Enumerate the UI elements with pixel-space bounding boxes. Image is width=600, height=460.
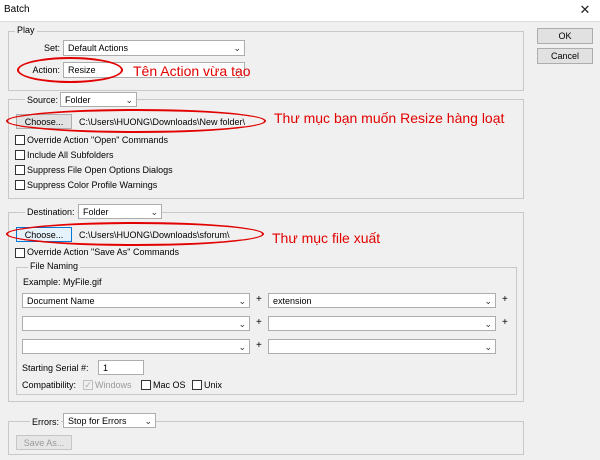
action-annotation: Tên Action vừa tạo	[133, 63, 251, 79]
close-icon[interactable]: ✕	[576, 1, 594, 19]
cancel-button[interactable]: Cancel	[537, 48, 593, 64]
include-subfolders-checkbox[interactable]	[15, 150, 25, 160]
chevron-down-icon: ⌄	[238, 342, 246, 352]
chevron-down-icon: ⌄	[484, 342, 492, 352]
chevron-down-icon: ⌄	[144, 416, 152, 426]
override-open-label: Override Action "Open" Commands	[27, 135, 168, 145]
naming-field-3-2[interactable]: ⌄	[268, 339, 496, 354]
chevron-down-icon: ⌄	[150, 207, 158, 217]
naming-field-2-1[interactable]: ⌄	[22, 316, 250, 331]
suppress-color-warnings-checkbox[interactable]	[15, 180, 25, 190]
set-value: Default Actions	[68, 43, 129, 53]
override-save-as-checkbox[interactable]	[15, 248, 25, 258]
override-open-checkbox[interactable]	[15, 135, 25, 145]
naming-field-2-2[interactable]: ⌄	[268, 316, 496, 331]
chevron-down-icon: ⌄	[238, 319, 246, 329]
naming-field-3-1[interactable]: ⌄	[22, 339, 250, 354]
unix-label: Unix	[204, 380, 223, 390]
action-highlight-oval	[17, 57, 123, 83]
window-title: Batch	[4, 4, 30, 15]
windows-label: Windows	[95, 380, 132, 390]
file-naming-title: File Naming	[28, 261, 81, 272]
compatibility-label: Compatibility:	[22, 380, 77, 390]
save-as-button: Save As...	[16, 435, 72, 450]
ok-button[interactable]: OK	[537, 28, 593, 44]
destination-highlight-oval	[6, 222, 264, 246]
source-label: Source:	[25, 94, 61, 106]
plus-sign: +	[256, 294, 262, 305]
title-bar: Batch ✕	[0, 0, 600, 22]
plus-sign: +	[502, 317, 508, 328]
suppress-open-options-label: Suppress File Open Options Dialogs	[27, 165, 173, 175]
suppress-open-options-checkbox[interactable]	[15, 165, 25, 175]
source-highlight-oval	[6, 109, 266, 133]
chevron-down-icon: ⌄	[484, 319, 492, 329]
destination-annotation: Thư mục file xuất	[272, 230, 381, 246]
chevron-down-icon: ⌄	[125, 95, 133, 105]
plus-sign: +	[502, 294, 508, 305]
serial-input[interactable]: 1	[98, 360, 144, 375]
naming-field-value: extension	[273, 296, 312, 306]
errors-label: Errors:	[30, 416, 61, 428]
suppress-color-warnings-label: Suppress Color Profile Warnings	[27, 180, 158, 190]
chevron-down-icon: ⌄	[238, 296, 246, 306]
windows-checkbox: ✓	[83, 380, 93, 390]
include-subfolders-label: Include All Subfolders	[27, 150, 114, 160]
destination-dropdown[interactable]: Folder ⌄	[78, 204, 162, 219]
plus-sign: +	[256, 340, 262, 351]
source-dropdown[interactable]: Folder ⌄	[60, 92, 137, 107]
naming-field-value: Document Name	[27, 296, 95, 306]
unix-checkbox[interactable]	[192, 380, 202, 390]
plus-sign: +	[256, 317, 262, 328]
chevron-down-icon: ⌄	[233, 43, 241, 53]
serial-label: Starting Serial #:	[22, 363, 89, 373]
set-dropdown[interactable]: Default Actions ⌄	[63, 40, 245, 56]
errors-dropdown[interactable]: Stop for Errors ⌄	[63, 413, 156, 428]
source-value: Folder	[65, 95, 91, 105]
source-annotation: Thư mục bạn muốn Resize hàng loạt	[274, 110, 505, 126]
set-label: Set:	[43, 43, 60, 53]
play-group-title: Play	[15, 25, 37, 36]
destination-value: Folder	[83, 207, 109, 217]
naming-field-1-2[interactable]: extension ⌄	[268, 293, 496, 308]
naming-field-1-1[interactable]: Document Name ⌄	[22, 293, 250, 308]
destination-label: Destination:	[25, 206, 77, 218]
override-save-as-label: Override Action "Save As" Commands	[27, 247, 179, 257]
errors-value: Stop for Errors	[68, 416, 127, 426]
macos-label: Mac OS	[153, 380, 186, 390]
macos-checkbox[interactable]	[141, 380, 151, 390]
chevron-down-icon: ⌄	[484, 296, 492, 306]
file-naming-example: Example: MyFile.gif	[23, 277, 102, 287]
